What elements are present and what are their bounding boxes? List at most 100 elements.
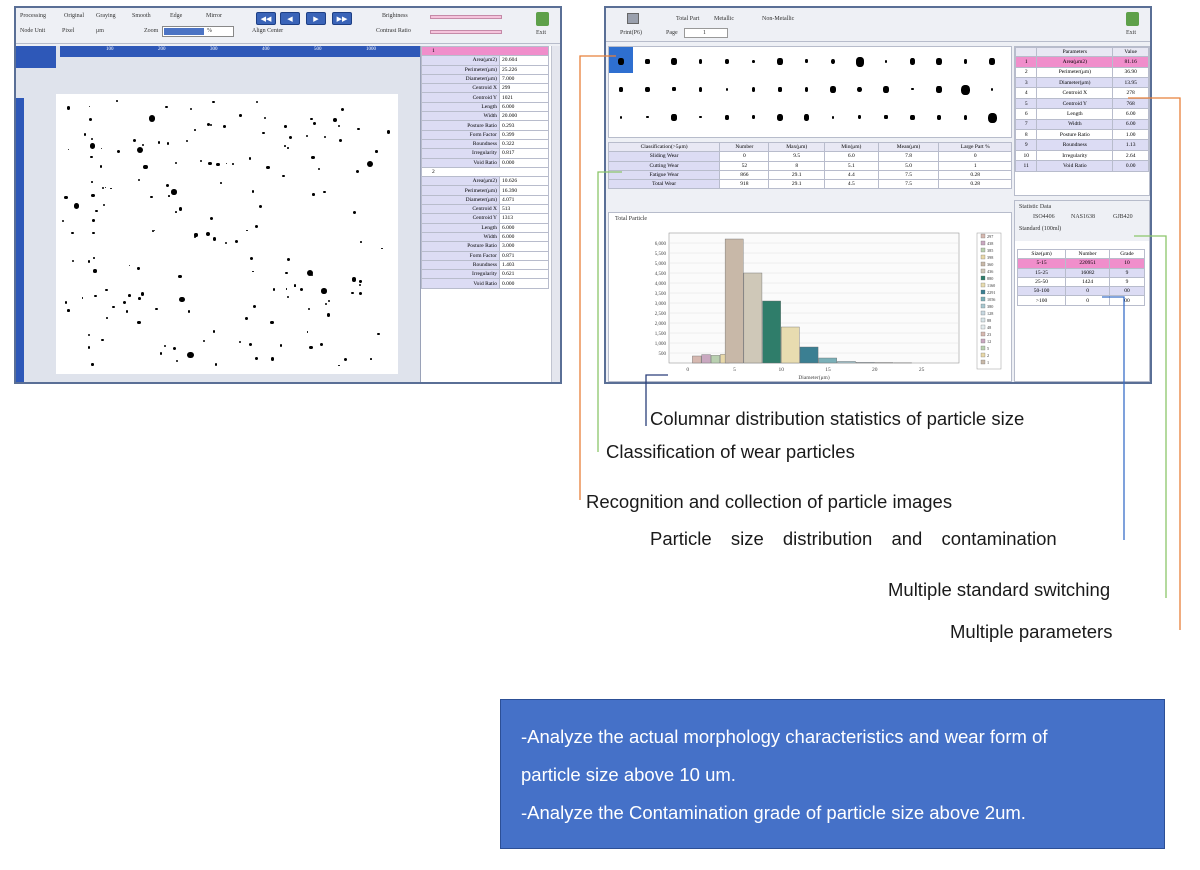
table-row[interactable]: Posture Ratio 0.293 — [421, 120, 549, 131]
table-row[interactable]: Roundness 1.403 — [421, 259, 549, 271]
table-row[interactable]: 10 Irregularity 2.64 — [1015, 149, 1149, 162]
scrollbar[interactable] — [551, 46, 560, 382]
particle-thumbnail[interactable] — [724, 58, 730, 64]
particle-thumbnail[interactable] — [963, 115, 968, 120]
exit-button[interactable]: Exit — [1122, 10, 1144, 40]
last-button[interactable]: ▶▶ — [332, 12, 352, 25]
unit-option-um[interactable]: μm — [96, 28, 104, 34]
particle-thumbnail[interactable] — [645, 58, 650, 64]
table-row[interactable]: Length 6.000 — [421, 101, 549, 113]
table-row[interactable]: Cutting Wear 52 8 5.1 5.0 1 — [607, 160, 1012, 171]
next-button[interactable]: ▶ — [306, 12, 326, 25]
filter-non-metallic[interactable]: Non-Metallic — [762, 16, 794, 22]
particle-thumbnail[interactable] — [619, 115, 623, 119]
first-button[interactable]: ◀◀ — [256, 12, 276, 25]
table-row[interactable]: 3 Diameter(μm) 13.95 — [1015, 77, 1149, 89]
table-row[interactable]: 9 Roundness 1.13 — [1015, 139, 1149, 151]
particle-thumbnail[interactable] — [987, 112, 997, 124]
particle-thumbnail[interactable] — [831, 115, 835, 119]
particle-thumbnail[interactable] — [618, 58, 624, 65]
particle-group-header[interactable]: 2 — [421, 166, 549, 178]
table-row[interactable]: Width 6.000 — [421, 231, 549, 243]
particle-thumbnail[interactable] — [777, 58, 783, 65]
particle-thumbnail[interactable] — [751, 87, 756, 92]
table-row[interactable]: >100 0 00 — [1016, 295, 1146, 306]
particle-thumbnail[interactable] — [883, 86, 889, 93]
print-button[interactable]: Print(P6) — [616, 10, 650, 40]
table-row[interactable]: 50-100 0 00 — [1016, 286, 1146, 297]
particle-thumbnail[interactable] — [989, 58, 995, 65]
prev-button[interactable]: ◀ — [280, 12, 300, 25]
particle-thumbnail[interactable] — [857, 86, 862, 93]
particle-thumbnail[interactable] — [725, 115, 729, 120]
particle-thumbnail[interactable] — [855, 57, 864, 67]
table-row[interactable]: Total Wear 918 29.1 4.5 7.5 0.28 — [607, 179, 1012, 190]
page-select[interactable]: 1 — [684, 28, 728, 38]
particle-thumbnail[interactable] — [990, 87, 994, 91]
particle-thumbnail[interactable] — [961, 84, 970, 96]
table-row[interactable]: 15-25 16082 9 — [1016, 267, 1146, 278]
table-row[interactable]: Centroid X 299 — [421, 83, 549, 94]
particle-group-header[interactable]: 1 — [421, 46, 549, 57]
particle-thumbnail[interactable] — [699, 115, 702, 119]
particle-thumbnail[interactable] — [804, 59, 809, 64]
table-row[interactable]: Area(μm2) 20.604 — [421, 55, 549, 66]
filter-total-part[interactable]: Total Part — [676, 16, 699, 22]
table-row[interactable]: 6 Length 6.00 — [1015, 108, 1149, 120]
particle-thumbnail[interactable] — [963, 59, 968, 64]
table-row[interactable]: Centroid X 513 — [421, 204, 549, 215]
processing-option-smooth[interactable]: Smooth — [132, 13, 151, 19]
table-row[interactable]: 1 Area(μm2) 81.16 — [1015, 56, 1149, 68]
table-row[interactable]: Sliding Wear 0 9.5 6.0 7.8 0 — [607, 151, 1012, 162]
table-row[interactable]: 8 Posture Ratio 1.00 — [1015, 129, 1149, 141]
particle-thumbnail[interactable] — [619, 87, 623, 92]
table-row[interactable]: Area(μm2) 10.626 — [421, 176, 549, 187]
standard-option-gjb420[interactable]: GJB420 — [1113, 214, 1133, 220]
table-row[interactable]: Roundness 0.322 — [421, 138, 549, 150]
particle-thumbnail[interactable] — [830, 58, 836, 65]
particle-thumbnail-grid[interactable] — [608, 46, 1012, 138]
processing-option-original[interactable]: Original — [64, 13, 84, 19]
particle-thumbnail[interactable] — [725, 87, 729, 91]
table-row[interactable]: Irregularity 0.621 — [421, 269, 549, 280]
particle-thumbnail[interactable] — [671, 114, 677, 121]
particle-thumbnail[interactable] — [671, 58, 677, 65]
particle-thumbnail[interactable] — [698, 87, 703, 92]
particle-thumbnail[interactable] — [646, 115, 649, 119]
table-row[interactable]: Form Factor 0.399 — [421, 129, 549, 140]
particle-thumbnail[interactable] — [778, 87, 782, 92]
particle-thumbnail[interactable] — [645, 86, 650, 93]
particle-thumbnail[interactable] — [672, 87, 676, 92]
filter-metallic[interactable]: Metallic — [714, 16, 734, 22]
unit-option-pixel[interactable]: Pixel — [62, 28, 74, 34]
brightness-slider[interactable] — [430, 15, 502, 19]
table-row[interactable]: Centroid Y 1021 — [421, 92, 549, 103]
particle-thumbnail[interactable] — [804, 87, 809, 92]
particle-thumbnail[interactable] — [752, 59, 755, 63]
particle-thumbnail[interactable] — [909, 58, 916, 65]
particle-thumbnail[interactable] — [698, 59, 703, 64]
processing-option-mirror[interactable]: Mirror — [206, 13, 222, 19]
particle-thumbnail[interactable] — [751, 115, 756, 120]
table-row[interactable]: 11 Void Ratio 0.00 — [1015, 160, 1149, 172]
table-row[interactable]: Irregularity 0.817 — [421, 148, 549, 159]
particle-thumbnail[interactable] — [857, 115, 862, 120]
table-row[interactable]: Diameter(μm) 4.071 — [421, 194, 549, 206]
table-row[interactable]: Void Ratio 0.000 — [421, 157, 549, 168]
table-row[interactable]: Form Factor 0.871 — [421, 250, 549, 261]
table-row[interactable]: Perimeter(μm) 16.390 — [421, 185, 549, 196]
table-row[interactable]: 4 Centroid X 278 — [1015, 87, 1149, 99]
table-row[interactable]: 5 Centroid Y 768 — [1015, 97, 1149, 110]
table-row[interactable]: Length 6.000 — [421, 222, 549, 233]
table-row[interactable]: 5-15 220951 10 — [1016, 258, 1146, 269]
particle-thumbnail[interactable] — [884, 59, 888, 63]
particle-thumbnail[interactable] — [803, 114, 809, 121]
particle-thumbnail[interactable] — [936, 114, 942, 120]
table-row[interactable]: Perimeter(μm) 25.226 — [421, 64, 549, 75]
processing-option-edge[interactable]: Edge — [170, 13, 182, 19]
table-row[interactable]: 2 Perimeter(μm) 36.90 — [1015, 66, 1149, 79]
align-center-checkbox[interactable]: Align Center — [252, 28, 283, 34]
contrast-slider[interactable] — [430, 30, 502, 34]
particle-image-viewport[interactable] — [30, 68, 420, 382]
table-row[interactable]: 7 Width 6.00 — [1015, 118, 1149, 131]
